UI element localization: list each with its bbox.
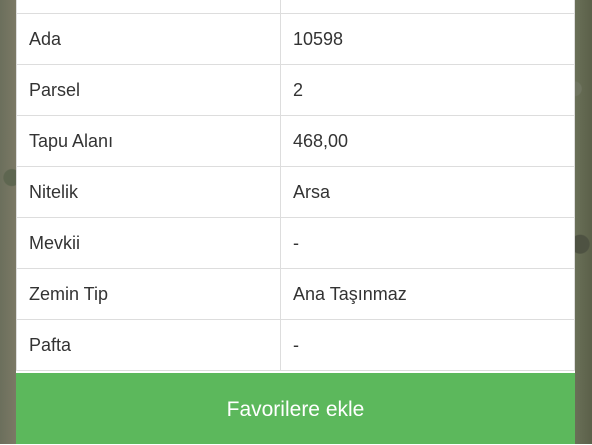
row-value: 468,00 xyxy=(280,115,575,167)
row-value: - xyxy=(280,319,575,371)
parcel-info-panel: Ada 10598 Parsel 2 Tapu Alanı 468,00 Nit… xyxy=(16,0,575,444)
table-row: Tapu Alanı 468,00 xyxy=(16,115,575,167)
row-label: Pafta xyxy=(16,319,281,371)
table-row: Parsel 2 xyxy=(16,64,575,116)
table-row: Ada 10598 xyxy=(16,13,575,65)
table-row: Pafta - xyxy=(16,319,575,371)
row-label: Nitelik xyxy=(16,166,281,218)
table-row: Zemin Tip Ana Taşınmaz xyxy=(16,268,575,320)
row-label: Zemin Tip xyxy=(16,268,281,320)
row-value: Arsa xyxy=(280,166,575,218)
table-row: Mevkii - xyxy=(16,217,575,269)
row-label: Ada xyxy=(16,13,281,65)
add-to-favorites-button[interactable]: Favorilere ekle xyxy=(16,373,575,444)
row-value xyxy=(280,0,575,14)
row-value: 10598 xyxy=(280,13,575,65)
parcel-info-table: Ada 10598 Parsel 2 Tapu Alanı 468,00 Nit… xyxy=(16,0,575,371)
row-label xyxy=(16,0,281,14)
row-value: Ana Taşınmaz xyxy=(280,268,575,320)
row-label: Tapu Alanı xyxy=(16,115,281,167)
row-value: - xyxy=(280,217,575,269)
row-label: Mevkii xyxy=(16,217,281,269)
row-value: 2 xyxy=(280,64,575,116)
row-label: Parsel xyxy=(16,64,281,116)
table-row xyxy=(16,0,575,14)
table-row: Nitelik Arsa xyxy=(16,166,575,218)
